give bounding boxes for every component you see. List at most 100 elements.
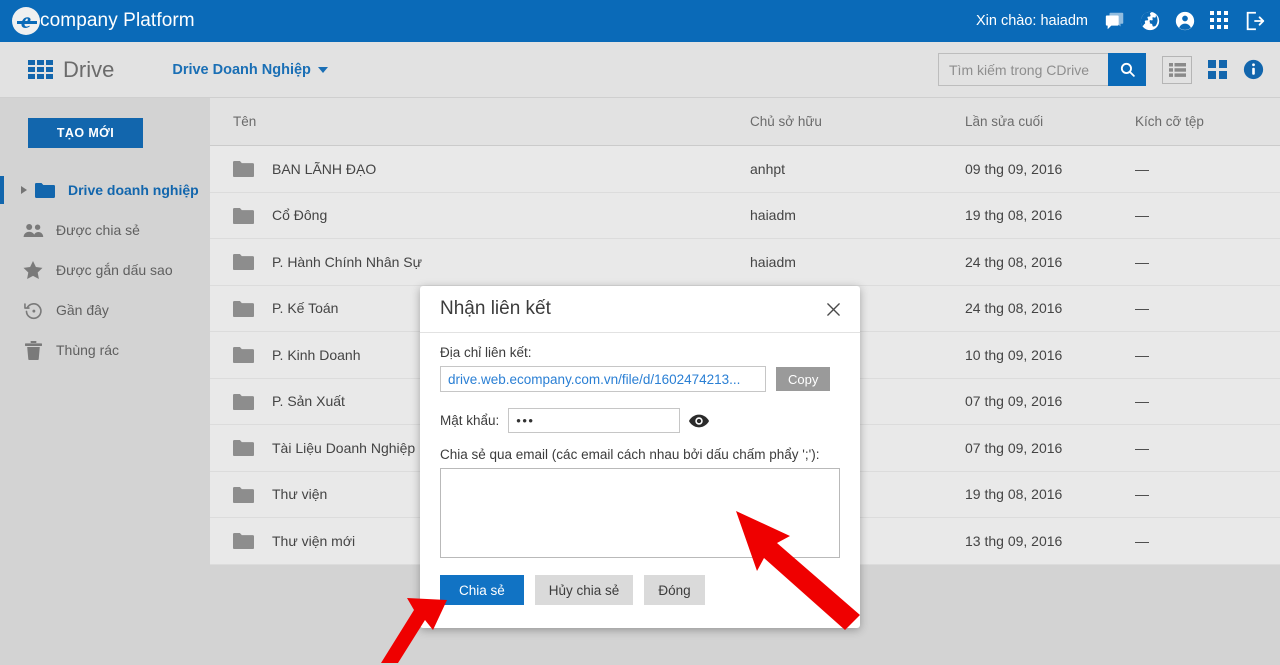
sidebar-item-gan-day[interactable]: Gần đây xyxy=(0,290,210,330)
drive-app-name: Drive xyxy=(63,56,115,82)
sidebar: TẠO MỚI Drive doanh nghiệp Được chia sẻ … xyxy=(0,98,210,665)
folder-icon xyxy=(233,207,254,224)
cell-name: BAN LÃNH ĐẠO xyxy=(210,160,750,178)
ecompany-logo-icon: e xyxy=(12,7,40,35)
cell-modified: 13 thg 09, 2016 xyxy=(965,532,1063,549)
sidebar-item-drive-doanh-nghiep[interactable]: Drive doanh nghiệp xyxy=(0,170,210,210)
folder-icon xyxy=(233,439,254,457)
sidebar-item-label: Gần đây xyxy=(56,302,109,318)
get-link-dialog: Nhận liên kết Địa chỉ liên kết: Copy Mật… xyxy=(420,286,860,628)
sidebar-item-thung-rac[interactable]: Thùng rác xyxy=(0,330,210,370)
copy-button[interactable]: Copy xyxy=(776,367,831,391)
sidebar-item-duoc-chia-se[interactable]: Được chia sẻ xyxy=(0,210,210,250)
cell-modified: 07 thg 09, 2016 xyxy=(965,393,1063,410)
column-header-name[interactable]: Tên xyxy=(210,114,750,129)
folder-icon xyxy=(34,182,56,198)
close-icon[interactable] xyxy=(820,296,846,322)
sidebar-item-label: Drive doanh nghiệp xyxy=(68,182,199,198)
cell-modified: 10 thg 09, 2016 xyxy=(965,346,1063,363)
create-new-button[interactable]: TẠO MỚI xyxy=(28,118,143,148)
search-box xyxy=(938,53,1146,86)
logout-icon[interactable] xyxy=(1244,10,1266,32)
cell-modified: 24 thg 08, 2016 xyxy=(965,253,1063,270)
cell-modified: 19 thg 08, 2016 xyxy=(965,207,1063,224)
share-button[interactable]: Chia sẻ xyxy=(440,575,524,605)
cell-owner: haiadm xyxy=(750,207,796,224)
dialog-header: Nhận liên kết xyxy=(420,286,860,333)
brand-letter: e xyxy=(20,7,32,33)
email-label: Chia sẻ qua email (các email cách nhau b… xyxy=(440,447,820,462)
chevron-right-icon[interactable] xyxy=(21,186,27,194)
password-row: Mật khẩu: xyxy=(440,408,840,433)
folder-icon xyxy=(233,160,254,178)
globe-icon[interactable] xyxy=(1139,10,1161,32)
file-name-label: P. Hành Chính Nhân Sự xyxy=(272,253,422,270)
grid-view-icon[interactable] xyxy=(1208,60,1227,79)
password-label: Mật khẩu: xyxy=(440,413,500,428)
breadcrumb-label: Drive Doanh Nghiệp xyxy=(172,61,311,78)
top-header-actions: Xin chào: haiadm xyxy=(976,10,1266,32)
sidebar-item-label: Được gắn dấu sao xyxy=(56,262,173,278)
apps-grid-icon[interactable] xyxy=(1209,10,1231,32)
chat-icon[interactable] xyxy=(1104,10,1126,32)
search-input[interactable] xyxy=(938,53,1108,86)
sidebar-item-duoc-gan-dau-sao[interactable]: Được gắn dấu sao xyxy=(0,250,210,290)
brand-title: company Platform xyxy=(40,10,195,31)
folder-icon xyxy=(233,253,254,271)
drive-logo[interactable]: Drive xyxy=(28,57,114,83)
link-input[interactable] xyxy=(440,366,766,392)
file-name-label: Thư viện mới xyxy=(272,532,356,549)
search-button[interactable] xyxy=(1108,53,1146,86)
cell-size: — xyxy=(1135,207,1149,224)
brand-logo[interactable]: e company Platform xyxy=(12,7,195,35)
file-name-label: P. Sản Xuất xyxy=(272,393,345,410)
file-name-label: Thư viện xyxy=(272,486,328,503)
password-input[interactable] xyxy=(508,408,681,433)
dialog-actions: Chia sẻ Hủy chia sẻ Đóng xyxy=(440,575,840,605)
cell-size: — xyxy=(1135,393,1149,410)
column-header-owner[interactable]: Chủ sở hữu xyxy=(750,114,965,129)
folder-icon xyxy=(233,300,254,317)
cell-modified: 09 thg 09, 2016 xyxy=(965,160,1063,177)
info-icon[interactable] xyxy=(1243,59,1264,80)
top-header-bar: e company Platform Xin chào: haiadm xyxy=(0,0,1280,42)
breadcrumb[interactable]: Drive Doanh Nghiệp xyxy=(172,62,328,78)
people-icon xyxy=(22,223,44,238)
chevron-down-icon xyxy=(317,66,328,73)
sidebar-item-label: Được chia sẻ xyxy=(56,222,140,238)
star-icon xyxy=(22,260,44,280)
cell-size: — xyxy=(1135,439,1149,456)
toolbar-actions xyxy=(938,53,1280,86)
email-textarea[interactable] xyxy=(440,468,840,558)
trash-icon xyxy=(22,340,44,360)
link-row: Copy xyxy=(440,366,840,392)
drive-grid-icon xyxy=(28,60,53,79)
file-name-label: P. Kinh Doanh xyxy=(272,346,361,363)
cell-name: P. Hành Chính Nhân Sự xyxy=(210,253,750,271)
greeting-label: Xin chào: haiadm xyxy=(975,13,1088,29)
folder-icon xyxy=(233,532,254,550)
file-name-label: Tài Liệu Doanh Nghiệp xyxy=(272,439,416,456)
cell-size: — xyxy=(1135,486,1149,503)
link-label: Địa chỉ liên kết: xyxy=(440,345,532,360)
account-icon[interactable] xyxy=(1174,10,1196,32)
cell-size: — xyxy=(1135,253,1149,270)
column-header-modified[interactable]: Lần sửa cuối xyxy=(965,114,1135,129)
cell-modified: 19 thg 08, 2016 xyxy=(965,486,1063,503)
cell-owner: anhpt xyxy=(750,160,786,177)
eye-icon[interactable] xyxy=(689,414,710,428)
table-row[interactable]: P. Hành Chính Nhân Sự haiadm 24 thg 08, 20… xyxy=(210,239,1280,286)
cell-owner: haiadm xyxy=(750,253,796,270)
recent-clock-icon xyxy=(22,301,44,320)
list-view-icon[interactable] xyxy=(1162,55,1192,84)
column-header-size[interactable]: Kích cỡ tệp xyxy=(1135,114,1275,129)
table-row[interactable]: Cổ Đông haiadm 19 thg 08, 2016 — xyxy=(210,192,1280,239)
file-name-label: P. Kế Toán xyxy=(272,300,339,317)
unshare-button[interactable]: Hủy chia sẻ xyxy=(534,575,634,605)
file-name-label: BAN LÃNH ĐẠO xyxy=(272,160,377,177)
close-button[interactable]: Đóng xyxy=(644,575,705,605)
cell-modified: 24 thg 08, 2016 xyxy=(965,300,1063,317)
table-row[interactable]: BAN LÃNH ĐẠO anhpt 09 thg 09, 2016 — xyxy=(210,146,1280,193)
cell-name: Cổ Đông xyxy=(210,207,750,224)
dialog-title: Nhận liên kết xyxy=(440,298,551,319)
